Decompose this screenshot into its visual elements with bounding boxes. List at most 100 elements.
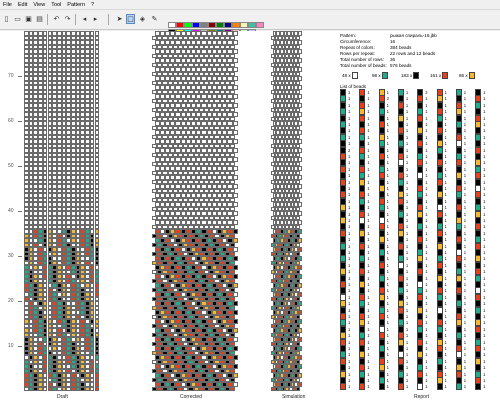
bead-count: 1 bbox=[405, 262, 409, 268]
palette-swatch[interactable] bbox=[200, 22, 208, 28]
ruler-tick bbox=[18, 211, 22, 212]
palette-swatch[interactable] bbox=[184, 22, 192, 28]
bead-count: 1 bbox=[367, 154, 370, 159]
bead-count: 1 bbox=[386, 288, 389, 294]
menu-help[interactable]: ? bbox=[88, 0, 97, 10]
menu-tool[interactable]: Tool bbox=[48, 0, 64, 10]
bead-count: 1 bbox=[463, 256, 467, 262]
save-icon[interactable]: ▣ bbox=[24, 14, 33, 24]
palette-swatch[interactable] bbox=[232, 22, 240, 28]
new-file-icon[interactable]: ▯ bbox=[2, 14, 11, 24]
corrected-label: Corrected bbox=[180, 394, 202, 400]
ruler-label: 20 bbox=[8, 298, 14, 304]
open-file-icon[interactable]: ▭ bbox=[13, 14, 22, 24]
bead-count: 1 bbox=[483, 256, 486, 262]
corrected-grid[interactable] bbox=[152, 31, 240, 391]
bead-count: 1 bbox=[405, 134, 409, 140]
bead-count: 1 bbox=[463, 230, 467, 236]
palette-swatch[interactable] bbox=[256, 22, 264, 28]
redo-icon[interactable]: ↷ bbox=[63, 14, 72, 24]
bead-count: 1 bbox=[483, 218, 486, 223]
bead-count: 1 bbox=[405, 358, 409, 364]
bead-count: 1 bbox=[463, 378, 467, 383]
bead-cell[interactable] bbox=[230, 386, 236, 391]
menu-pattern[interactable]: Pattern bbox=[64, 0, 88, 10]
bead-count: 1 bbox=[425, 333, 428, 339]
palette-swatch[interactable] bbox=[176, 22, 184, 28]
bead-count: 1 bbox=[405, 301, 409, 307]
pointer-icon[interactable]: ➤ bbox=[115, 14, 124, 24]
ruler-label: 60 bbox=[8, 118, 14, 124]
palette-swatch[interactable] bbox=[208, 22, 216, 28]
bead-count: 1 bbox=[405, 198, 409, 204]
menu-bar: File Edit View Tool Pattern ? bbox=[0, 0, 500, 10]
bead-count: 1 bbox=[444, 115, 447, 121]
bead-count: 1 bbox=[405, 314, 409, 319]
bead-count: 1 bbox=[463, 96, 467, 102]
bead-list: 1 1 1 1 1 1 1 1 1 2 1 1 1 1 1 1 1 1 1 1 1 1 1 1 1 1 1 1 1 1 1 1 1 1 1 1 1 1 1 1… bbox=[340, 89, 495, 394]
info-value: 16 bbox=[390, 39, 396, 44]
bead-count: 1 bbox=[348, 275, 351, 281]
bead-cell[interactable] bbox=[94, 386, 100, 391]
ruler-tick bbox=[18, 256, 22, 257]
bead-count: 1 bbox=[444, 333, 447, 339]
bead-count: 1 bbox=[348, 384, 351, 390]
print-icon[interactable]: ▤ bbox=[35, 14, 44, 24]
ruler-tick bbox=[18, 346, 22, 347]
count-swatch bbox=[468, 72, 475, 79]
palette-swatch[interactable] bbox=[248, 22, 256, 28]
bead-count: 1 bbox=[425, 269, 428, 275]
bead-count: 1 bbox=[348, 243, 351, 249]
bead-count: 1 bbox=[463, 288, 467, 294]
bead-count: 1 bbox=[483, 314, 486, 319]
bead-count: 1 bbox=[425, 166, 428, 172]
bead-count: 1 bbox=[405, 115, 409, 121]
draft-grid[interactable] bbox=[24, 31, 104, 391]
bead-count: 1 bbox=[405, 307, 409, 313]
pipette-icon[interactable]: ✎ bbox=[150, 14, 159, 24]
bead-count: 1 bbox=[425, 128, 428, 134]
bead-count: 1 bbox=[386, 230, 389, 236]
arrow-left-icon[interactable]: ◂ bbox=[80, 14, 89, 24]
selection-icon[interactable]: □ bbox=[126, 14, 135, 24]
toolbar-separator bbox=[47, 14, 48, 25]
palette-swatch[interactable] bbox=[216, 22, 224, 28]
bead-count: 1 bbox=[367, 160, 370, 166]
bead-count: 1 bbox=[405, 96, 409, 102]
bead-count: 1 bbox=[367, 384, 370, 390]
bead-count: 1 bbox=[367, 339, 370, 345]
menu-edit[interactable]: Edit bbox=[15, 0, 30, 10]
bead-count: 1 bbox=[425, 384, 428, 390]
info-value: 384 beads bbox=[390, 45, 412, 50]
bead-count: 1 bbox=[367, 365, 370, 371]
bead-count: 1 bbox=[444, 269, 447, 275]
bead-count: 1 bbox=[483, 269, 486, 275]
bead-count: 1 bbox=[483, 192, 486, 198]
menu-view[interactable]: View bbox=[30, 0, 48, 10]
palette-swatch[interactable] bbox=[168, 22, 176, 28]
bead-count: 1 bbox=[386, 186, 389, 191]
simulation-label: Simulation bbox=[282, 394, 306, 400]
bead-count: 1 bbox=[386, 346, 389, 351]
bead-cell[interactable] bbox=[296, 386, 300, 391]
arrow-right-icon[interactable]: ▸ bbox=[91, 14, 100, 24]
bead-count: 1 bbox=[386, 243, 389, 249]
bead-count: 1 bbox=[425, 314, 428, 319]
simulation-grid[interactable] bbox=[271, 31, 303, 391]
bead-count: 1 bbox=[483, 115, 486, 121]
bead-count: 1 bbox=[386, 205, 389, 211]
palette-swatch[interactable] bbox=[240, 22, 248, 28]
bead-count: 1 bbox=[463, 218, 467, 223]
bead-count: 1 bbox=[444, 237, 447, 243]
palette-swatch[interactable] bbox=[192, 22, 200, 28]
bead-count: 1 bbox=[367, 198, 370, 204]
palette-swatch[interactable] bbox=[224, 22, 232, 28]
bead-count: 1 bbox=[367, 224, 370, 230]
fill-icon[interactable]: ◈ bbox=[138, 14, 147, 24]
bead-count: 2 bbox=[348, 147, 351, 153]
menu-file[interactable]: File bbox=[0, 0, 15, 10]
bead-count: 1 bbox=[405, 282, 409, 287]
undo-icon[interactable]: ↶ bbox=[52, 14, 61, 24]
toolbar-separator bbox=[108, 14, 109, 25]
bead-count: 1 bbox=[367, 250, 370, 255]
